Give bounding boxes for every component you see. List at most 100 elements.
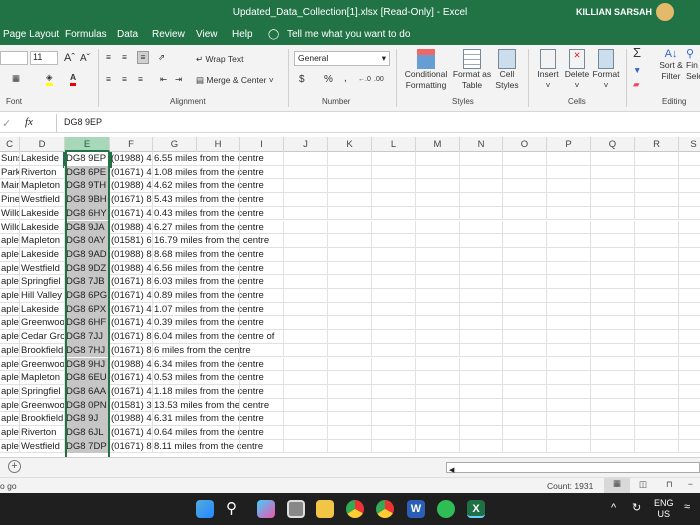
cell-I[interactable] xyxy=(240,193,284,207)
cell-H[interactable] xyxy=(197,302,240,317)
cell-F[interactable]: (01988) 40 xyxy=(110,152,153,166)
cell-P[interactable] xyxy=(547,384,591,399)
cell-D[interactable]: Westfield xyxy=(20,439,65,454)
cell-K[interactable] xyxy=(328,193,372,207)
cell-R[interactable] xyxy=(635,275,679,289)
cell-G[interactable]: 0.89 miles from the centre xyxy=(153,289,264,303)
align-center-icon[interactable]: ≡ xyxy=(122,74,127,85)
column-header-G[interactable]: G xyxy=(153,137,197,152)
autosum-icon[interactable]: Σ xyxy=(633,46,641,59)
cell-C[interactable]: Park A xyxy=(0,165,20,180)
tab-formulas[interactable]: Formulas xyxy=(65,29,107,40)
column-header-F[interactable]: F xyxy=(110,137,153,152)
cell-I[interactable] xyxy=(240,330,284,344)
cell-C[interactable]: aple , xyxy=(0,289,20,303)
cell-J[interactable] xyxy=(284,165,328,180)
cell-K[interactable] xyxy=(328,165,372,180)
cell-K[interactable] xyxy=(328,275,372,289)
cell-O[interactable] xyxy=(503,152,547,166)
cell-O[interactable] xyxy=(503,439,547,454)
cell-N[interactable] xyxy=(460,412,503,426)
cell-M[interactable] xyxy=(416,357,460,372)
cell-M[interactable] xyxy=(416,371,460,385)
column-header-D[interactable]: D xyxy=(20,137,65,152)
insert-function-button[interactable]: fx xyxy=(25,116,33,128)
column-header-L[interactable]: L xyxy=(372,137,416,152)
cell-D[interactable]: Brookfield xyxy=(20,343,65,358)
cell-L[interactable] xyxy=(372,330,416,344)
increase-decimal-icon[interactable]: ←.0 xyxy=(358,74,371,85)
cell-O[interactable] xyxy=(503,289,547,303)
cell-Q[interactable] xyxy=(591,302,635,317)
cell-C[interactable]: aple , xyxy=(0,330,20,344)
comma-button[interactable]: , xyxy=(344,73,347,84)
cell-D[interactable]: Westfield xyxy=(20,193,65,207)
cell-K[interactable] xyxy=(328,316,372,331)
cell-K[interactable] xyxy=(328,179,372,194)
cell-P[interactable] xyxy=(547,261,591,276)
cell-O[interactable] xyxy=(503,412,547,426)
cell-H[interactable] xyxy=(197,220,240,235)
column-header-I[interactable]: I xyxy=(240,137,284,152)
cell-L[interactable] xyxy=(372,316,416,331)
cell-Q[interactable] xyxy=(591,426,635,440)
cell-J[interactable] xyxy=(284,234,328,248)
cell-M[interactable] xyxy=(416,302,460,317)
formula-input[interactable]: DG8 9EP xyxy=(64,117,102,127)
cell-G[interactable]: 6.04 miles from the centre of xyxy=(153,330,274,344)
cell-M[interactable] xyxy=(416,439,460,454)
tray-chevron-icon[interactable]: ^ xyxy=(611,502,616,514)
cell-H[interactable] xyxy=(197,193,240,207)
cell-L[interactable] xyxy=(372,439,416,454)
cell-L[interactable] xyxy=(372,412,416,426)
cell-L[interactable] xyxy=(372,206,416,221)
cell-H[interactable] xyxy=(197,426,240,440)
cell-R[interactable] xyxy=(635,412,679,426)
cell-K[interactable] xyxy=(328,330,372,344)
cell-H[interactable] xyxy=(197,234,240,248)
tab-review[interactable]: Review xyxy=(152,29,185,40)
cell-N[interactable] xyxy=(460,316,503,331)
tab-view[interactable]: View xyxy=(196,29,218,40)
cell-F[interactable]: (01671) 83 xyxy=(110,193,153,207)
cell-L[interactable] xyxy=(372,289,416,303)
cell-J[interactable] xyxy=(284,206,328,221)
cell-E[interactable]: DG8 7JB xyxy=(65,275,110,289)
cell-F[interactable]: (01988) 40 xyxy=(110,261,153,276)
column-header-E[interactable]: E xyxy=(65,137,110,152)
cell-N[interactable] xyxy=(460,206,503,221)
cell-J[interactable] xyxy=(284,261,328,276)
cell-M[interactable] xyxy=(416,330,460,344)
cell-E[interactable]: DG8 9J xyxy=(65,412,110,426)
language-indicator[interactable]: ENG US xyxy=(654,498,674,520)
align-middle-icon[interactable]: ≡ xyxy=(122,52,127,63)
cell-K[interactable] xyxy=(328,398,372,413)
cell-O[interactable] xyxy=(503,247,547,262)
cell-C[interactable]: aple , xyxy=(0,439,20,454)
normal-view-icon[interactable]: ▦ xyxy=(604,478,630,493)
cell-Q[interactable] xyxy=(591,439,635,454)
cell-P[interactable] xyxy=(547,371,591,385)
cell-F[interactable]: (01988) 40 xyxy=(110,220,153,235)
cell-R[interactable] xyxy=(635,220,679,235)
cell-N[interactable] xyxy=(460,220,503,235)
start-icon[interactable] xyxy=(196,500,214,518)
format-button[interactable]: Format ˅ xyxy=(591,49,621,91)
cell-C[interactable]: aple , xyxy=(0,234,20,248)
cell-C[interactable]: aple , xyxy=(0,302,20,317)
cell-E[interactable]: DG8 6PE xyxy=(65,165,110,180)
cell-F[interactable]: (01581) 30 xyxy=(110,398,153,413)
cell-J[interactable] xyxy=(284,302,328,317)
cell-G[interactable]: 0.53 miles from the centre xyxy=(153,371,264,385)
cell-C[interactable]: Pine S xyxy=(0,193,20,207)
cell-R[interactable] xyxy=(635,179,679,194)
cell-R[interactable] xyxy=(635,193,679,207)
cell-O[interactable] xyxy=(503,316,547,331)
cell-K[interactable] xyxy=(328,302,372,317)
cell-N[interactable] xyxy=(460,261,503,276)
cell-D[interactable]: Mapleton xyxy=(20,179,65,194)
insert-button[interactable]: Insert ˅ xyxy=(534,49,562,91)
cell-N[interactable] xyxy=(460,384,503,399)
cell-K[interactable] xyxy=(328,343,372,358)
cell-I[interactable] xyxy=(240,439,284,454)
